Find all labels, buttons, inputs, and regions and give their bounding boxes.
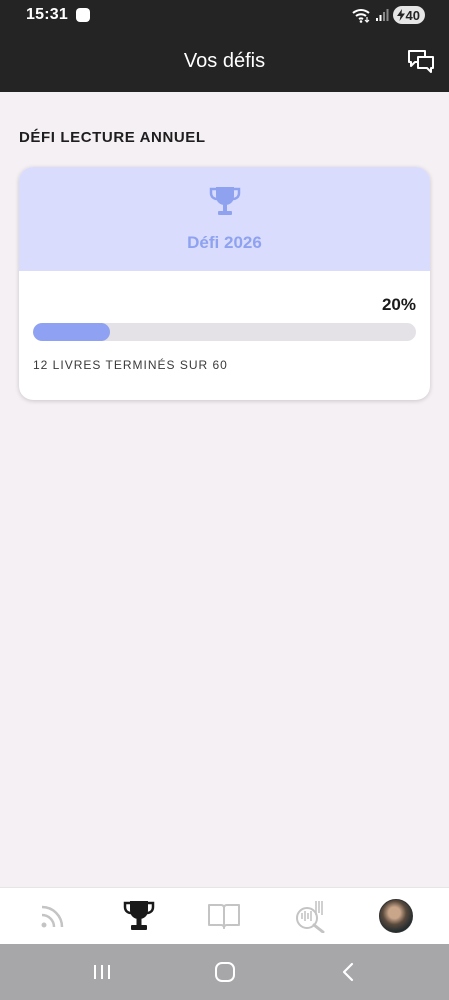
book-icon	[208, 904, 241, 929]
bottom-tab-bar	[0, 887, 449, 944]
challenge-card-header: Défi 2026	[19, 167, 430, 271]
back-icon	[342, 962, 353, 982]
challenge-title: Défi 2026	[187, 233, 262, 252]
notification-icon	[75, 8, 90, 22]
tab-library[interactable]	[199, 891, 249, 941]
progress-bar	[33, 323, 416, 341]
chat-icon	[408, 50, 434, 73]
tab-challenges[interactable]	[114, 891, 164, 941]
avatar	[379, 899, 414, 933]
back-button[interactable]	[326, 950, 370, 994]
barcode-search-icon	[296, 901, 325, 933]
trophy-icon-wrap	[209, 185, 241, 219]
tab-feed[interactable]	[28, 891, 78, 941]
system-nav-bar	[0, 944, 449, 1000]
progress-bar-fill	[33, 323, 110, 341]
signal-icon	[375, 9, 389, 21]
trophy-icon	[123, 901, 154, 930]
battery-charging-icon: 40	[392, 6, 425, 24]
battery-level: 40	[405, 7, 420, 23]
trophy-icon	[209, 187, 240, 215]
tab-profile[interactable]	[371, 891, 421, 941]
recent-apps-button[interactable]	[80, 950, 124, 994]
page-title: Vos défis	[183, 49, 266, 72]
challenge-card[interactable]: Défi 2026 20% 12 LIVRES TERMINÉS SUR 60	[19, 167, 430, 400]
progress-percent: 20%	[381, 295, 416, 314]
home-icon	[214, 962, 235, 982]
challenge-card-body: 20% 12 LIVRES TERMINÉS SUR 60	[19, 271, 430, 400]
chat-button[interactable]	[405, 45, 437, 77]
status-time: 15:31	[26, 6, 68, 23]
section-title: DÉFI LECTURE ANNUEL	[19, 129, 206, 146]
recent-apps-icon	[93, 965, 110, 979]
status-left: 15:31	[26, 6, 90, 24]
wifi-icon	[351, 9, 370, 23]
main-content: DÉFI LECTURE ANNUEL Défi 2026 20% 12 LIV…	[0, 92, 449, 887]
progress-caption: 12 LIVRES TERMINÉS SUR 60	[33, 358, 228, 372]
app-bar: Vos défis	[0, 30, 449, 92]
tab-search[interactable]	[285, 891, 335, 941]
rss-icon	[41, 905, 64, 928]
status-right: 40	[351, 6, 425, 24]
home-button[interactable]	[203, 950, 247, 994]
bolt-icon	[396, 9, 405, 21]
status-bar: 15:31 40	[0, 0, 449, 30]
